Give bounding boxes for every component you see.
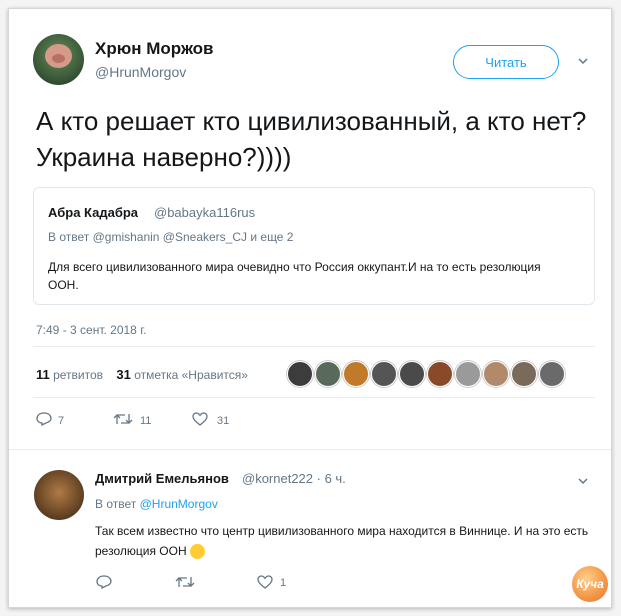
- liker-avatar[interactable]: [483, 361, 509, 387]
- chevron-down-icon[interactable]: [578, 476, 588, 486]
- divider: [9, 449, 611, 450]
- reply-like-count: 1: [280, 577, 287, 589]
- liker-avatar[interactable]: [511, 361, 537, 387]
- reply-text: Так всем известно что центр цивилизованн…: [95, 521, 595, 561]
- liker-avatar[interactable]: [427, 361, 453, 387]
- chevron-down-icon[interactable]: [578, 56, 588, 66]
- tweet-timestamp[interactable]: 7:49 - 3 сент. 2018 г.: [36, 323, 146, 337]
- likes-label[interactable]: отметка «Нравится»: [134, 368, 248, 382]
- reply-author-name[interactable]: Дмитрий Емельянов: [95, 471, 229, 486]
- quote-reply-to: В ответ @gmishanin @Sneakers_CJ и еще 2: [48, 230, 294, 244]
- reply-to-handle[interactable]: @HrunMorgov: [140, 497, 218, 511]
- like-icon[interactable]: [257, 575, 273, 589]
- reply-author-avatar[interactable]: [34, 470, 84, 520]
- liker-avatar[interactable]: [315, 361, 341, 387]
- watermark-logo: Куча: [572, 566, 608, 602]
- tweet-text: А кто решает кто цивилизованный, а кто н…: [36, 106, 587, 172]
- reply-text-content: Так всем известно что центр цивилизованн…: [95, 524, 589, 558]
- retweets-label[interactable]: ретвитов: [53, 368, 103, 382]
- retweet-icon[interactable]: [175, 575, 195, 589]
- like-count: 31: [217, 415, 230, 427]
- liker-avatar[interactable]: [287, 361, 313, 387]
- quoted-tweet[interactable]: Абра Кадабра @babayka116rus В ответ @gmi…: [33, 187, 595, 305]
- reply-count: 7: [58, 415, 65, 427]
- tweet-card: Хрюн Моржов @HrunMorgov Читать А кто реш…: [8, 8, 612, 608]
- retweets-count[interactable]: 11: [36, 367, 50, 382]
- quote-author-handle: @babayka116rus: [154, 205, 256, 220]
- reply-icon[interactable]: [36, 412, 52, 426]
- likes-count[interactable]: 31: [116, 367, 130, 382]
- author-name[interactable]: Хрюн Моржов: [95, 39, 213, 59]
- smiling-face-emoji-icon: [189, 544, 205, 560]
- quote-author-name: Абра Кадабра: [48, 205, 139, 220]
- liker-avatar[interactable]: [455, 361, 481, 387]
- divider: [33, 397, 595, 398]
- like-icon[interactable]: [192, 412, 208, 426]
- reply-author-handle[interactable]: @kornet222 · 6 ч.: [242, 471, 346, 486]
- reply-icon[interactable]: [96, 575, 112, 589]
- reply-to-line: В ответ @HrunMorgov: [95, 497, 218, 511]
- follow-button[interactable]: Читать: [453, 45, 559, 79]
- author-avatar[interactable]: [33, 34, 84, 85]
- liker-avatar[interactable]: [539, 361, 565, 387]
- author-handle[interactable]: @HrunMorgov: [95, 64, 186, 80]
- divider: [33, 346, 595, 347]
- liker-avatar[interactable]: [343, 361, 369, 387]
- retweet-icon[interactable]: [113, 412, 133, 426]
- tweet-stats: 11 ретвитов 31 отметка «Нравится»: [36, 367, 248, 382]
- reply-to-prefix: В ответ: [95, 497, 137, 511]
- retweet-count: 11: [140, 415, 152, 427]
- liker-avatar[interactable]: [399, 361, 425, 387]
- quote-text: Для всего цивилизованного мира очевидно …: [48, 260, 541, 292]
- liker-avatar[interactable]: [371, 361, 397, 387]
